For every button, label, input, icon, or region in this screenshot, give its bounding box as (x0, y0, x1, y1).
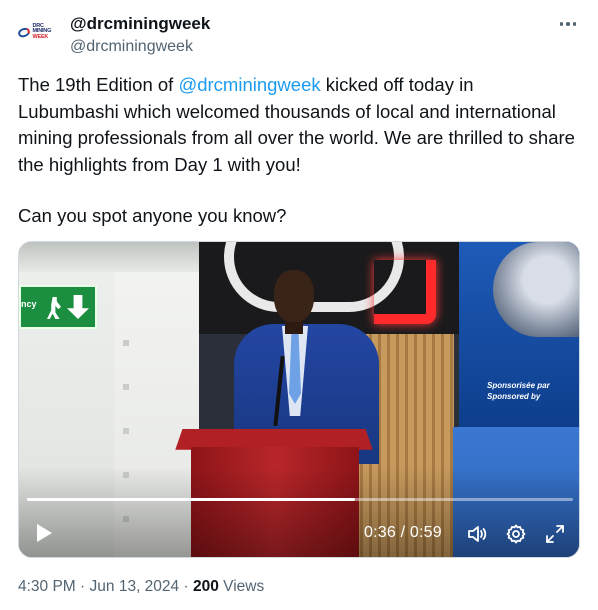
play-icon[interactable] (35, 523, 53, 543)
post-time[interactable]: 4:30 PM (18, 578, 76, 595)
display-name[interactable]: @drcminingweek (70, 14, 210, 34)
volume-icon[interactable] (465, 522, 489, 546)
video-frame: ncy Sponsorisée par Sponsored by (19, 242, 579, 557)
user-handle[interactable]: @drcminingweek (70, 38, 193, 56)
video-player[interactable]: ncy Sponsorisée par Sponsored by 0:36 / … (18, 241, 580, 558)
views-count: 200 (192, 578, 219, 595)
fullscreen-expand-icon[interactable] (543, 522, 567, 546)
tweet-question: Can you spot anyone you know? (18, 205, 287, 226)
avatar[interactable]: DRC MINING WEEK (16, 18, 62, 46)
more-options-icon[interactable] (556, 16, 580, 32)
drc-mining-week-logo: DRC MINING WEEK (16, 23, 62, 41)
mention-link[interactable]: @drcminingweek (178, 74, 320, 95)
tweet-meta: 4:30 PM · Jun 13, 2024 · 200 Views (18, 578, 265, 595)
video-progress-bar[interactable] (27, 498, 573, 501)
video-time: 0:36 / 0:59 (364, 524, 442, 541)
tweet-text: The 19th Edition of @drcminingweek kicke… (18, 74, 575, 175)
views-label: Views (223, 578, 265, 595)
post-date[interactable]: Jun 13, 2024 (90, 578, 180, 595)
settings-gear-icon[interactable] (504, 522, 528, 546)
exit-sign: ncy (19, 285, 97, 329)
tweet-card: DRC MINING WEEK @drcminingweek @drcmining… (0, 0, 598, 610)
sponsor-text: Sponsorisée par Sponsored by (487, 381, 550, 401)
video-progress-fill (27, 498, 355, 501)
